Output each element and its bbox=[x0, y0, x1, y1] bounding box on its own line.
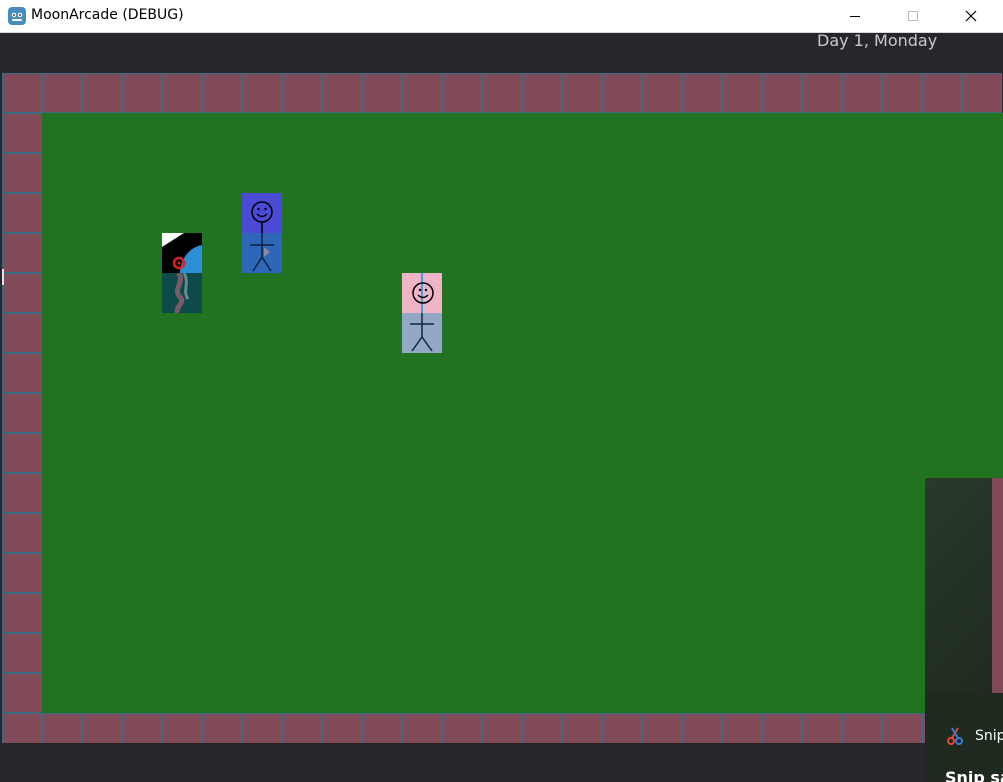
game-world[interactable] bbox=[2, 73, 1003, 743]
wall-tile bbox=[882, 713, 922, 743]
wall-tile bbox=[482, 73, 522, 113]
snip-notification[interactable]: Snip Snip sa bbox=[925, 478, 1003, 782]
wall-tile bbox=[842, 73, 882, 113]
wall-tile bbox=[762, 713, 802, 743]
snip-sketch-icon bbox=[947, 727, 963, 745]
wall-tile bbox=[2, 513, 42, 553]
wall-tile bbox=[562, 73, 602, 113]
wall-tile bbox=[2, 313, 42, 353]
wall-tile bbox=[162, 713, 202, 743]
wall-tile bbox=[82, 713, 122, 743]
wall-tile bbox=[522, 713, 562, 743]
creature-tail-icon bbox=[174, 273, 190, 313]
character-dark-creature[interactable] bbox=[162, 233, 202, 313]
minimize-icon bbox=[850, 16, 860, 17]
wall-tile bbox=[642, 73, 682, 113]
wall-tile bbox=[922, 73, 962, 113]
godot-engine-icon bbox=[8, 7, 26, 25]
wall-tile bbox=[882, 73, 922, 113]
wall-tile bbox=[322, 73, 362, 113]
minimize-button[interactable] bbox=[832, 0, 878, 32]
wall-tile bbox=[2, 553, 42, 593]
character-head bbox=[162, 233, 202, 273]
wall-tile bbox=[562, 713, 602, 743]
wall-tile bbox=[642, 713, 682, 743]
wall-tile bbox=[2, 593, 42, 633]
wall-tile bbox=[2, 233, 42, 273]
wall-tile bbox=[2, 713, 42, 743]
wall-tile bbox=[282, 73, 322, 113]
wall-tile bbox=[2, 673, 42, 713]
wall-tile bbox=[2, 473, 42, 513]
character-head bbox=[242, 193, 282, 233]
snip-preview-wall-strip bbox=[992, 478, 1003, 693]
creature-face-icon bbox=[162, 233, 202, 273]
close-button[interactable] bbox=[948, 0, 994, 32]
smiley-face-icon bbox=[412, 273, 434, 313]
snip-message: Snip sa bbox=[945, 768, 1003, 782]
window-title: MoonArcade (DEBUG) bbox=[31, 7, 184, 23]
snip-app-label: Snip bbox=[975, 728, 1003, 744]
wall-tile bbox=[242, 713, 282, 743]
wall-tile bbox=[122, 73, 162, 113]
wall-tile bbox=[442, 73, 482, 113]
wall-tile bbox=[802, 73, 842, 113]
smiley-face-icon bbox=[251, 201, 273, 233]
wall-tile bbox=[42, 713, 82, 743]
stick-body-icon bbox=[410, 313, 434, 352]
wall-tile bbox=[402, 73, 442, 113]
character-pink-stickman[interactable] bbox=[402, 273, 442, 353]
wall-tile bbox=[522, 73, 562, 113]
wall-tile bbox=[402, 713, 442, 743]
wall-tile bbox=[242, 73, 282, 113]
wall-tile bbox=[202, 713, 242, 743]
close-icon bbox=[965, 10, 977, 22]
wall-tile bbox=[762, 73, 802, 113]
character-blue-stickman[interactable] bbox=[242, 193, 282, 273]
wall-tile bbox=[682, 73, 722, 113]
wall-tile bbox=[2, 73, 42, 113]
wall-tile bbox=[162, 73, 202, 113]
day-date-label: Day 1, Monday bbox=[817, 31, 938, 50]
wall-tile bbox=[482, 713, 522, 743]
wall-tile bbox=[2, 433, 42, 473]
wall-tile bbox=[2, 353, 42, 393]
wall-tile bbox=[2, 153, 42, 193]
wall-tile bbox=[602, 73, 642, 113]
wall-tile bbox=[42, 73, 82, 113]
stick-body-icon bbox=[250, 233, 274, 272]
wall-tile bbox=[82, 73, 122, 113]
character-body bbox=[402, 313, 442, 353]
wall-tile bbox=[962, 73, 1002, 113]
character-body bbox=[162, 273, 202, 313]
game-window: MoonArcade (DEBUG) Day 1, Monday Snip Sn… bbox=[0, 0, 1003, 782]
maximize-button[interactable] bbox=[890, 0, 936, 32]
wall-tile bbox=[2, 273, 42, 313]
wall-tile bbox=[802, 713, 842, 743]
wall-tile bbox=[2, 193, 42, 233]
wall-tile bbox=[362, 713, 402, 743]
wall-tile bbox=[122, 713, 162, 743]
wall-tile bbox=[602, 713, 642, 743]
wall-tile bbox=[2, 633, 42, 673]
edge-marker bbox=[2, 269, 4, 285]
character-head bbox=[402, 273, 442, 313]
wall-tile bbox=[842, 713, 882, 743]
wall-tile bbox=[2, 393, 42, 433]
grass-floor bbox=[42, 113, 1003, 713]
wall-tile bbox=[202, 73, 242, 113]
maximize-icon bbox=[908, 11, 918, 21]
wall-tile bbox=[722, 713, 762, 743]
wall-tile bbox=[682, 713, 722, 743]
wall-tile bbox=[362, 73, 402, 113]
wall-tile bbox=[282, 713, 322, 743]
snip-preview-thumbnail[interactable] bbox=[925, 478, 1003, 693]
character-body bbox=[242, 233, 282, 273]
title-bar[interactable]: MoonArcade (DEBUG) bbox=[0, 0, 1003, 33]
wall-tile bbox=[442, 713, 482, 743]
wall-tile bbox=[322, 713, 362, 743]
wall-tile bbox=[722, 73, 762, 113]
wall-tile bbox=[2, 113, 42, 153]
